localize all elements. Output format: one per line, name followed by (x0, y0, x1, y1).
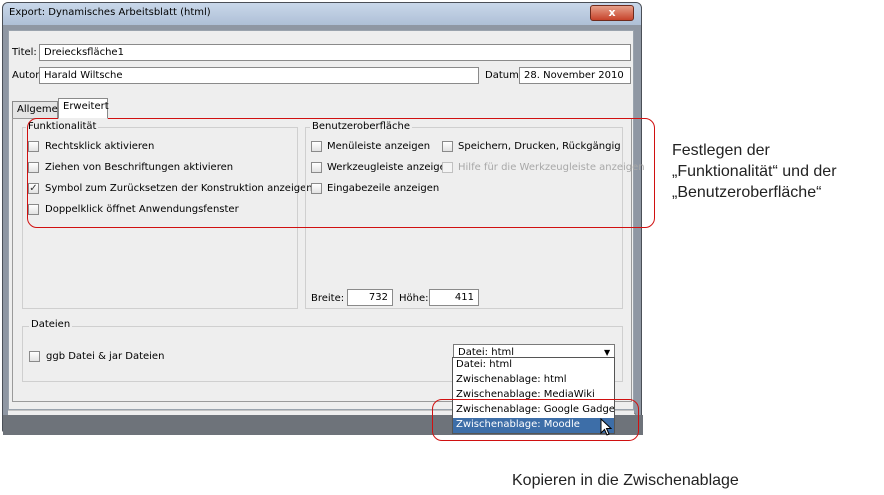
annotation-bottom: Kopieren in die Zwischenablage (512, 472, 739, 489)
title-label: Titel: (12, 47, 37, 58)
title-bar[interactable]: Export: Dynamisches Arbeitsblatt (html) … (3, 3, 641, 25)
annotation-line-1: Festlegen der (672, 142, 770, 159)
height-label: Höhe: (399, 293, 429, 304)
author-input[interactable]: Harald Wiltsche (39, 67, 479, 84)
date-label: Datum: (485, 70, 523, 81)
checkbox-ggb-jar[interactable] (29, 351, 40, 362)
highlight-box-options (27, 118, 655, 228)
close-button[interactable]: x (590, 5, 634, 21)
tab-erweitert[interactable]: Erweitert (58, 98, 109, 119)
tab-allgemein[interactable]: Allgemein (12, 101, 67, 119)
date-input[interactable]: 28. November 2010 (519, 67, 631, 84)
annotation-line-3: „Benutzeroberfläche“ (672, 184, 822, 201)
title-input[interactable]: Dreiecksfläche1 (39, 44, 631, 61)
window-title: Export: Dynamisches Arbeitsblatt (html) (9, 7, 211, 18)
annotation-line-2: „Funktionalität“ und der (672, 163, 837, 180)
dropdown-item-file-html[interactable]: Datei: html (453, 358, 614, 373)
height-input[interactable]: 411 (429, 289, 479, 306)
width-input[interactable]: 732 (347, 289, 393, 306)
option-ggb-jar-label: ggb Datei & jar Dateien (46, 351, 165, 362)
highlight-box-clipboard (432, 399, 639, 441)
dropdown-item-clipboard-html[interactable]: Zwischenablage: html (453, 373, 614, 388)
width-label: Breite: (311, 293, 345, 304)
author-label: Autor: (12, 70, 43, 81)
files-group-title: Dateien (29, 319, 73, 330)
